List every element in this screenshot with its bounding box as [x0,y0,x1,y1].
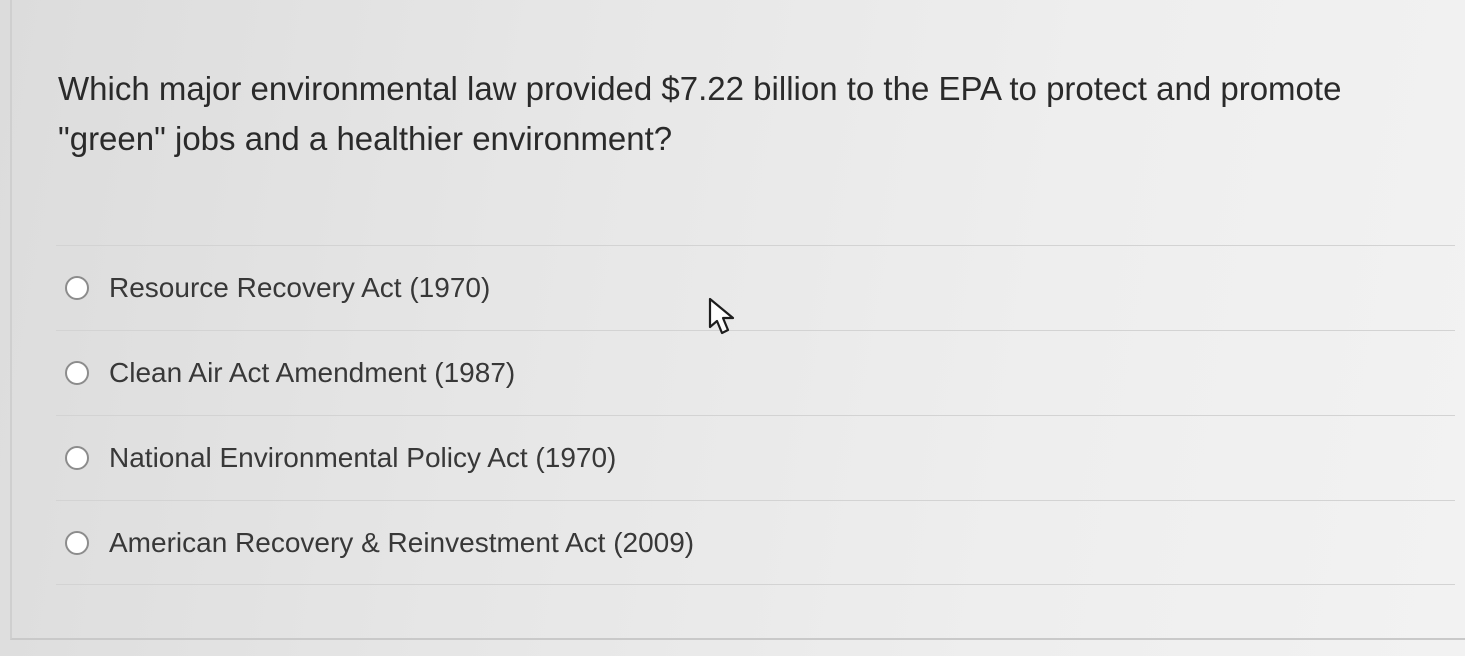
answer-option-4[interactable]: American Recovery & Reinvestment Act (20… [56,500,1455,585]
answer-list: Resource Recovery Act (1970) Clean Air A… [56,245,1455,585]
radio-button-3[interactable] [65,446,89,470]
answer-label-2: Clean Air Act Amendment (1987) [109,357,516,388]
radio-button-4[interactable] [65,530,89,555]
mouse-pointer-icon [708,297,735,335]
question-text: Which major environmental law provided $… [58,70,1342,157]
answer-option-1[interactable]: Resource Recovery Act (1970) [56,245,1455,330]
answer-label-3: National Environmental Policy Act (1970) [109,442,617,473]
radio-button-1[interactable] [65,276,89,300]
answer-label-4: American Recovery & Reinvestment Act (20… [109,526,695,558]
answer-option-3[interactable]: National Environmental Policy Act (1970) [56,415,1455,500]
radio-button-2[interactable] [65,361,89,385]
answer-label-1: Resource Recovery Act (1970) [109,272,491,303]
answer-option-2[interactable]: Clean Air Act Amendment (1987) [56,330,1455,415]
